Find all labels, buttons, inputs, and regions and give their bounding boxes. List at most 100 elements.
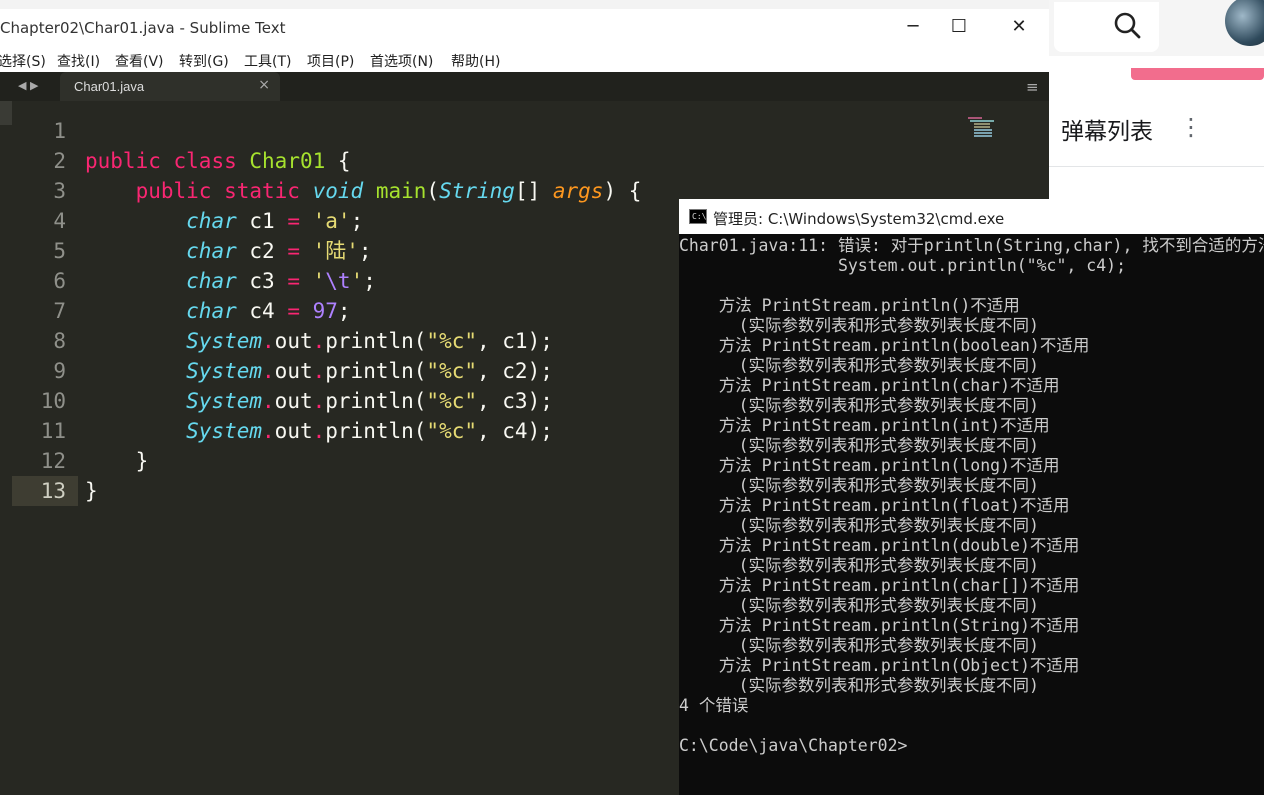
console-line: 方法 PrintStream.println(double)不适用 bbox=[679, 536, 1080, 555]
cmd-titlebar: C:\ 管理员: C:\Windows\System32\cmd.exe bbox=[679, 199, 1264, 234]
console-line: Char01.java:11: 错误: 对于println(String,cha… bbox=[679, 236, 1264, 255]
scroll-indicator[interactable] bbox=[0, 101, 12, 125]
line-number: 7 bbox=[53, 299, 66, 323]
tab-nav-arrows[interactable]: ◀ ▶ bbox=[18, 79, 38, 92]
more-options-icon[interactable]: ⋮ bbox=[1179, 112, 1203, 142]
code-token: System bbox=[186, 359, 263, 383]
code-token: out bbox=[274, 359, 313, 383]
code-line[interactable]: public static void main(String[] args) { bbox=[85, 176, 642, 206]
line-number: 9 bbox=[53, 359, 66, 383]
code-line[interactable]: public class Char01 { bbox=[85, 146, 351, 176]
console-line: (实际参数列表和形式参数列表长度不同) bbox=[679, 356, 1039, 375]
menu-find[interactable]: 查找(I) bbox=[57, 51, 100, 71]
maximize-button[interactable]: ☐ bbox=[936, 9, 982, 45]
code-line[interactable]: } bbox=[85, 476, 98, 506]
cmd-icon: C:\ bbox=[689, 209, 707, 224]
code-token: { bbox=[325, 149, 351, 173]
code-line[interactable]: System.out.println("%c", c3); bbox=[85, 386, 553, 416]
menu-help[interactable]: 帮助(H) bbox=[451, 51, 500, 71]
code-token: , c4); bbox=[477, 419, 553, 443]
code-line[interactable]: System.out.println("%c", c1); bbox=[85, 326, 553, 356]
minimize-button[interactable]: ─ bbox=[890, 9, 936, 45]
code-token: 'a' bbox=[312, 209, 351, 233]
accent-button[interactable] bbox=[1131, 68, 1264, 80]
code-token: , c1); bbox=[477, 329, 553, 353]
line-number: 5 bbox=[53, 239, 66, 263]
code-token: '陆' bbox=[312, 239, 359, 263]
menu-view[interactable]: 查看(V) bbox=[115, 51, 164, 71]
code-token: . bbox=[312, 389, 326, 413]
console-line: System.out.println("%c", c4); bbox=[679, 256, 1127, 275]
code-line[interactable]: System.out.println("%c", c4); bbox=[85, 416, 553, 446]
code-token: } bbox=[85, 449, 149, 473]
menu-tools[interactable]: 工具(T) bbox=[244, 51, 291, 71]
code-token: char bbox=[186, 209, 237, 233]
code-token: . bbox=[262, 359, 275, 383]
code-token: Char01 bbox=[249, 149, 326, 173]
cmd-window: C:\ 管理员: C:\Windows\System32\cmd.exe Cha… bbox=[679, 199, 1264, 795]
menu-project[interactable]: 项目(P) bbox=[307, 51, 354, 71]
code-token: = bbox=[287, 239, 300, 263]
tab-char01[interactable]: Char01.java × bbox=[60, 72, 280, 101]
code-line[interactable]: char c2 = '陆'; bbox=[85, 236, 371, 266]
code-line[interactable]: System.out.println("%c", c2); bbox=[85, 356, 553, 386]
menu-selection[interactable]: 选择(S) bbox=[0, 51, 46, 71]
code-token: println( bbox=[325, 329, 427, 353]
console-line: 方法 PrintStream.println(float)不适用 bbox=[679, 496, 1070, 515]
menu-preferences[interactable]: 首选项(N) bbox=[370, 51, 433, 71]
browser-topbar bbox=[1049, 0, 1264, 56]
code-token: ) { bbox=[603, 179, 642, 203]
window-title: Chapter02\Char01.java - Sublime Text bbox=[0, 19, 286, 37]
console-line: (实际参数列表和形式参数列表长度不同) bbox=[679, 516, 1039, 535]
code-token: "%c" bbox=[426, 389, 477, 413]
console-line: 方法 PrintStream.println(Object)不适用 bbox=[679, 656, 1080, 675]
search-icon[interactable] bbox=[1112, 10, 1142, 40]
code-token: public bbox=[85, 149, 161, 173]
avatar[interactable] bbox=[1225, 0, 1264, 46]
code-token: System bbox=[186, 329, 263, 353]
hamburger-menu-icon[interactable]: ≡ bbox=[1026, 78, 1039, 96]
code-line[interactable]: char c3 = '\t'; bbox=[85, 266, 376, 296]
console-line: (实际参数列表和形式参数列表长度不同) bbox=[679, 476, 1039, 495]
code-token: "%c" bbox=[426, 359, 477, 383]
console-line: 方法 PrintStream.println(int)不适用 bbox=[679, 416, 1050, 435]
code-token: "%c" bbox=[426, 419, 477, 443]
code-line[interactable]: char c1 = 'a'; bbox=[85, 206, 363, 236]
console-line: 方法 PrintStream.println(char)不适用 bbox=[679, 376, 1060, 395]
code-token: println( bbox=[325, 359, 427, 383]
cmd-title: 管理员: C:\Windows\System32\cmd.exe bbox=[713, 210, 1005, 228]
line-number: 6 bbox=[53, 269, 66, 293]
code-line[interactable]: char c4 = 97; bbox=[85, 296, 350, 326]
code-token: char bbox=[186, 299, 237, 323]
code-line[interactable]: } bbox=[85, 446, 149, 476]
code-token: c3 bbox=[236, 269, 288, 293]
code-token: public bbox=[135, 179, 212, 203]
menu-goto[interactable]: 转到(G) bbox=[179, 51, 229, 71]
code-token: = bbox=[287, 269, 300, 293]
close-button[interactable]: ✕ bbox=[996, 9, 1042, 45]
minimap[interactable] bbox=[968, 117, 1040, 141]
code-token: String bbox=[439, 179, 515, 203]
console-line: (实际参数列表和形式参数列表长度不同) bbox=[679, 556, 1039, 575]
search-box[interactable] bbox=[1054, 2, 1159, 52]
code-token: c4 bbox=[236, 299, 288, 323]
code-token: static bbox=[224, 179, 300, 203]
line-number: 3 bbox=[53, 179, 66, 203]
console-line: 方法 PrintStream.println(char[])不适用 bbox=[679, 576, 1080, 595]
code-token: = bbox=[287, 209, 300, 233]
tab-close-icon[interactable]: × bbox=[258, 77, 270, 93]
line-number: 11 bbox=[40, 419, 66, 443]
